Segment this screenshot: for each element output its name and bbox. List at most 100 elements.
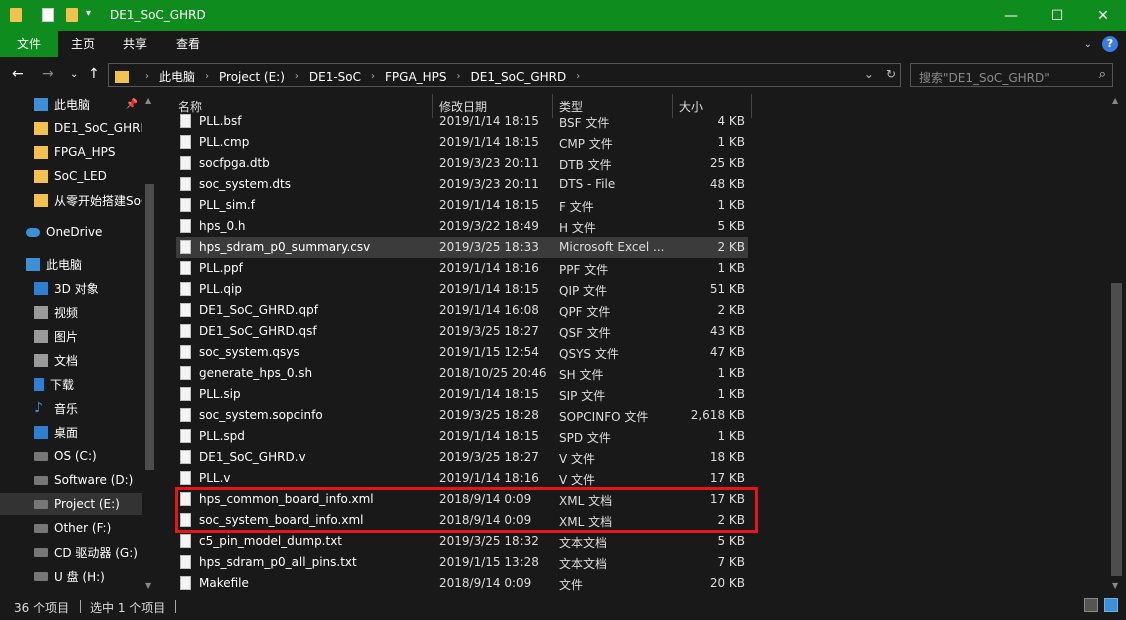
file-row[interactable]: soc_system.qsys 2019/1/15 12:54 QSYS 文件 47 … [176, 342, 748, 363]
file-list-scrollbar-thumb[interactable] [1111, 283, 1122, 576]
details-view-icon[interactable] [1084, 598, 1098, 612]
nav-item-music[interactable]: ♪ 音乐 [0, 397, 142, 419]
file-size: 2 KB [717, 303, 745, 317]
file-row[interactable]: hps_0.h 2019/3/22 18:49 H 文件 5 KB [176, 216, 748, 237]
file-row[interactable]: DE1_SoC_GHRD.v 2019/3/25 18:27 V 文件 18 KB [176, 447, 748, 468]
chevron-right-icon[interactable]: › [145, 71, 149, 82]
nav-item-soc-led[interactable]: SoC_LED [0, 165, 142, 187]
file-row[interactable]: PLL.qip 2019/1/14 18:15 QIP 文件 51 KB [176, 279, 748, 300]
refresh-icon[interactable]: ↻ [886, 67, 896, 81]
tab-view[interactable]: 查看 [166, 31, 210, 57]
file-row[interactable]: soc_system_board_info.xml 2018/9/14 0:09 X… [176, 510, 748, 531]
nav-item-drive-f[interactable]: Other (F:) [0, 517, 142, 539]
file-row[interactable]: DE1_SoC_GHRD.qpf 2019/1/14 16:08 QPF 文件 2 K… [176, 300, 748, 321]
new-folder-icon[interactable] [66, 8, 78, 22]
file-row[interactable]: hps_sdram_p0_all_pins.txt 2019/1/15 13:28… [176, 552, 748, 573]
file-row[interactable]: c5_pin_model_dump.txt 2019/3/25 18:32 文本文档… [176, 531, 748, 552]
large-icons-view-icon[interactable] [1104, 598, 1118, 612]
file-row[interactable]: PLL.v 2019/1/14 18:16 V 文件 17 KB [176, 468, 748, 489]
file-row[interactable]: hps_common_board_info.xml 2018/9/14 0:09 X… [176, 489, 748, 510]
nav-scrollbar[interactable]: ▲ ▼ [142, 92, 156, 594]
nav-item-videos[interactable]: 视频 [0, 301, 142, 323]
chevron-right-icon[interactable]: › [205, 71, 209, 82]
nav-item-soc-tutorial[interactable]: 从零开始搭建SoC [0, 189, 142, 211]
folder-icon [34, 121, 48, 135]
nav-item-pictures[interactable]: 图片 [0, 325, 142, 347]
column-divider[interactable] [751, 94, 752, 118]
navigation-pane: 此电脑 📌 DE1_SoC_GHRD FPGA_HPS SoC_LED 从零开始… [0, 92, 158, 594]
file-icon [180, 576, 191, 590]
crumb-de1-soc[interactable]: DE1-SoC [309, 70, 361, 84]
file-icon [180, 387, 191, 401]
nav-item-downloads[interactable]: 下载 [0, 373, 142, 395]
close-button[interactable]: ✕ [1080, 0, 1126, 31]
address-bar[interactable]: › 此电脑 › Project (E:) › DE1-SoC › FPGA_HP… [108, 63, 901, 87]
pin-icon[interactable]: 📌 [126, 99, 138, 110]
tab-home[interactable]: 主页 [62, 31, 104, 57]
nav-item-desktop[interactable]: 桌面 [0, 421, 142, 443]
nav-item-de1-soc-ghrd[interactable]: DE1_SoC_GHRD [0, 117, 142, 139]
file-row[interactable]: soc_system.dts 2019/3/23 20:11 DTS - File 4… [176, 174, 748, 195]
nav-item-drive-g[interactable]: CD 驱动器 (G:) [0, 541, 142, 563]
file-row[interactable]: PLL.cmp 2019/1/14 18:15 CMP 文件 1 KB [176, 132, 748, 153]
scroll-down-icon[interactable]: ▼ [145, 581, 151, 590]
file-row[interactable]: PLL.spd 2019/1/14 18:15 SPD 文件 1 KB [176, 426, 748, 447]
file-size: 1 KB [717, 135, 745, 149]
file-row[interactable]: soc_system.sopcinfo 2019/3/25 18:28 SOPCIN… [176, 405, 748, 426]
customize-quick-access-icon[interactable]: ▾ [86, 8, 91, 19]
file-row[interactable]: socfpga.dtb 2019/3/23 20:11 DTB 文件 25 KB [176, 153, 748, 174]
search-input[interactable]: 搜索"DE1_SoC_GHRD" ⌕ [910, 63, 1113, 87]
file-row[interactable]: PLL_sim.f 2019/1/14 18:15 F 文件 1 KB [176, 195, 748, 216]
file-size: 1 KB [717, 261, 745, 275]
nav-item-drive-e[interactable]: Project (E:) [0, 493, 142, 515]
file-row[interactable]: hps_sdram_p0_summary.csv 2019/3/25 18:33 M… [176, 237, 748, 258]
forward-button[interactable]: → [42, 66, 54, 82]
file-icon [180, 429, 191, 443]
scroll-down-icon[interactable]: ▼ [1112, 581, 1118, 590]
nav-item-drive-h[interactable]: U 盘 (H:) [0, 565, 142, 587]
scroll-up-icon[interactable]: ▲ [145, 96, 151, 105]
nav-item-drive-c[interactable]: OS (C:) [0, 445, 142, 467]
chevron-right-icon[interactable]: › [371, 71, 375, 82]
file-type: QSF 文件 [559, 326, 611, 340]
nav-item-drive-d[interactable]: Software (D:) [0, 469, 142, 491]
file-row[interactable]: generate_hps_0.sh 2018/10/25 20:46 SH 文件 1 … [176, 363, 748, 384]
video-icon [34, 305, 48, 319]
address-dropdown-icon[interactable]: ⌄ [864, 67, 874, 81]
chevron-right-icon[interactable]: › [295, 71, 299, 82]
file-row[interactable]: PLL.sip 2019/1/14 18:15 SIP 文件 1 KB [176, 384, 748, 405]
file-size: 1 KB [717, 429, 745, 443]
expand-ribbon-icon[interactable]: ⌄ [1084, 39, 1092, 50]
crumb-de1-soc-ghrd[interactable]: DE1_SoC_GHRD [471, 70, 567, 84]
help-icon[interactable]: ? [1102, 36, 1118, 52]
up-button[interactable]: ↑ [88, 66, 100, 82]
tab-share[interactable]: 共享 [114, 31, 156, 57]
nav-quick-access[interactable]: 此电脑 📌 [0, 93, 142, 115]
chevron-right-icon[interactable]: › [457, 71, 461, 82]
drive-icon [34, 499, 48, 509]
file-list-scrollbar[interactable]: ▲ ▼ [1108, 92, 1125, 594]
nav-item-documents[interactable]: 文档 [0, 349, 142, 371]
file-row[interactable]: PLL.bsf 2019/1/14 18:15 BSF 文件 4 KB [176, 111, 748, 132]
file-row[interactable]: PLL.ppf 2019/1/14 18:16 PPF 文件 1 KB [176, 258, 748, 279]
minimize-button[interactable]: — [988, 0, 1034, 31]
maximize-button[interactable]: ☐ [1034, 0, 1080, 31]
file-icon [180, 345, 191, 359]
crumb-project[interactable]: Project (E:) [219, 70, 285, 84]
file-row[interactable]: Makefile 2018/9/14 0:09 文件 20 KB [176, 573, 748, 594]
crumb-this-pc[interactable]: 此电脑 [159, 68, 195, 85]
crumb-fpga-hps[interactable]: FPGA_HPS [385, 70, 447, 84]
nav-item-fpga-hps[interactable]: FPGA_HPS [0, 141, 142, 163]
nav-item-onedrive[interactable]: OneDrive [0, 221, 142, 243]
nav-item-this-pc[interactable]: 此电脑 [0, 253, 142, 275]
back-button[interactable]: ← [12, 66, 24, 82]
properties-icon[interactable] [42, 8, 54, 22]
nav-item-3d-objects[interactable]: 3D 对象 [0, 277, 142, 299]
recent-locations-icon[interactable]: ⌄ [70, 69, 78, 80]
nav-scrollbar-thumb[interactable] [145, 184, 154, 470]
file-row[interactable]: DE1_SoC_GHRD.qsf 2019/3/25 18:27 QSF 文件 43 … [176, 321, 748, 342]
chevron-right-icon[interactable]: › [576, 71, 580, 82]
tab-file[interactable]: 文件 [0, 31, 58, 57]
scroll-up-icon[interactable]: ▲ [1112, 96, 1118, 105]
search-icon[interactable]: ⌕ [1099, 67, 1106, 82]
